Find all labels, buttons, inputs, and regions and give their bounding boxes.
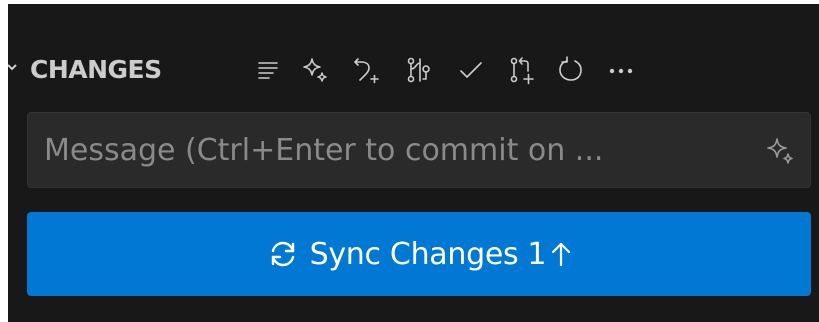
outgoing-commit-count: 1 <box>527 236 547 272</box>
chevron-down-icon[interactable] <box>8 58 18 78</box>
sparkle-icon <box>767 138 793 164</box>
more-actions-button[interactable] <box>601 50 641 90</box>
changes-section-header[interactable]: CHANGES <box>8 42 819 98</box>
stash-icon <box>407 57 430 83</box>
refresh-button[interactable] <box>551 50 591 90</box>
sync-icon <box>266 237 300 271</box>
ellipsis-icon <box>609 68 633 74</box>
stash-button[interactable] <box>398 50 438 90</box>
check-icon <box>460 62 482 78</box>
sync-changes-button[interactable]: Sync Changes 1 <box>27 212 811 296</box>
view-as-list-button[interactable] <box>248 50 288 90</box>
source-control-panel: CHANGES Message (Ctrl+Enter to commit on… <box>8 4 819 322</box>
list-flat-icon <box>258 62 278 79</box>
discard-icon <box>354 58 379 84</box>
refresh-icon <box>559 56 582 81</box>
create-pull-request-button[interactable] <box>501 50 541 90</box>
section-title: CHANGES <box>30 55 162 84</box>
generate-commit-message-button[interactable] <box>295 50 335 90</box>
sparkle-icon <box>303 58 327 82</box>
sync-button-label: Sync Changes <box>309 236 519 272</box>
commit-message-box <box>27 112 811 188</box>
pull-request-create-icon <box>510 57 534 85</box>
commit-button[interactable] <box>451 50 491 90</box>
discard-changes-button[interactable] <box>345 50 385 90</box>
generate-message-button[interactable] <box>762 133 798 169</box>
arrow-up-icon <box>550 238 572 270</box>
commit-message-input[interactable] <box>28 113 718 187</box>
